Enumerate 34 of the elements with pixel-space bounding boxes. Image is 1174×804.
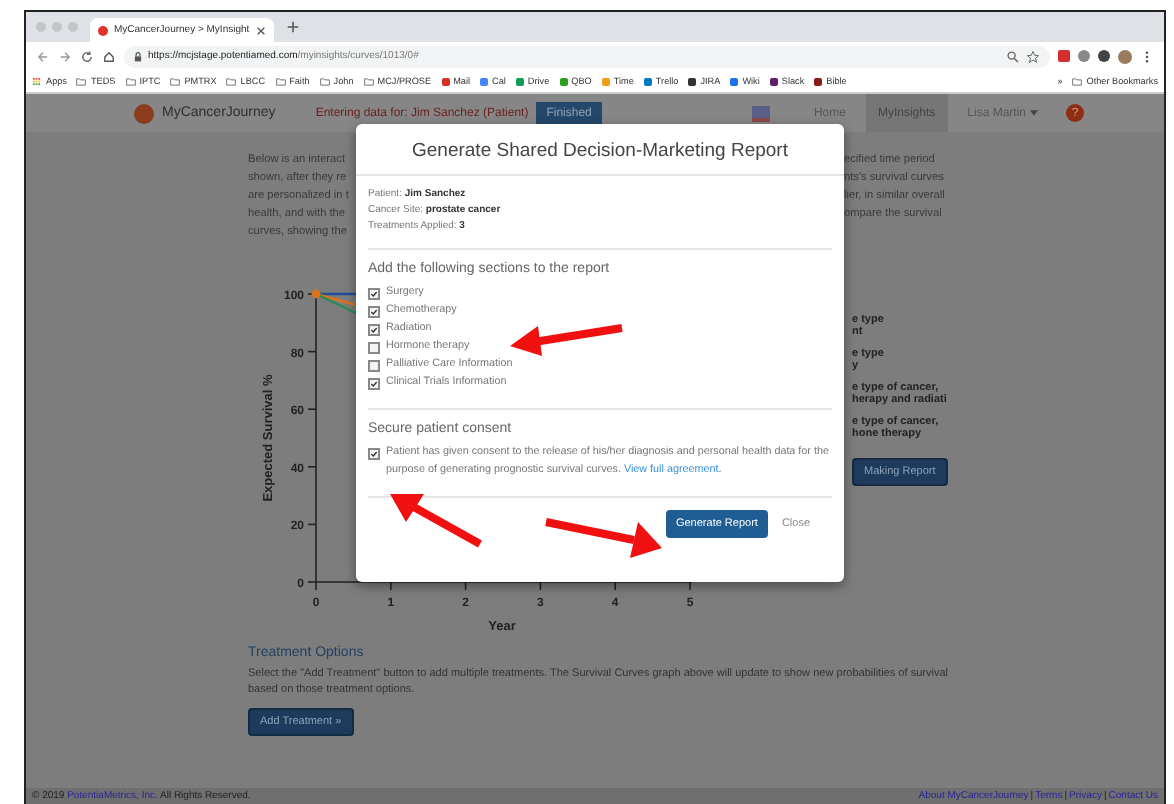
checkbox[interactable] — [368, 287, 380, 299]
arrow-annotation — [506, 320, 626, 360]
star-icon[interactable] — [1026, 49, 1040, 63]
favicon-icon — [98, 25, 108, 35]
arrow-annotation — [388, 490, 488, 550]
home-icon[interactable] — [102, 49, 116, 63]
apps-grid-icon — [32, 77, 42, 85]
caret-icon — [1030, 110, 1038, 116]
checkbox[interactable] — [368, 359, 380, 371]
folder-icon — [226, 77, 237, 85]
zoom-icon[interactable] — [1006, 49, 1020, 63]
new-tab-icon[interactable] — [286, 20, 300, 34]
folder-icon — [1072, 77, 1083, 85]
checkbox[interactable] — [368, 305, 380, 317]
folder-icon — [319, 77, 330, 85]
arrow-annotation — [542, 514, 666, 558]
folder-icon — [170, 77, 181, 85]
checkbox[interactable] — [368, 341, 380, 353]
forward-icon[interactable] — [58, 49, 72, 63]
checkbox[interactable] — [368, 377, 380, 389]
menu-icon[interactable] — [1140, 49, 1154, 63]
folder-icon — [125, 77, 136, 85]
back-icon[interactable] — [36, 49, 50, 63]
close-icon[interactable] — [256, 25, 266, 35]
checkbox[interactable] — [368, 323, 380, 335]
profile-avatar[interactable] — [1118, 49, 1132, 63]
dialog-title: Generate Shared Decision-Marketing Report — [356, 124, 844, 176]
lock-icon — [134, 51, 142, 61]
folder-icon — [275, 77, 286, 85]
folder-icon — [363, 77, 374, 85]
folder-icon — [76, 77, 87, 85]
logo-icon — [134, 103, 154, 123]
reload-icon[interactable] — [80, 49, 94, 63]
checkbox[interactable] — [368, 448, 380, 460]
